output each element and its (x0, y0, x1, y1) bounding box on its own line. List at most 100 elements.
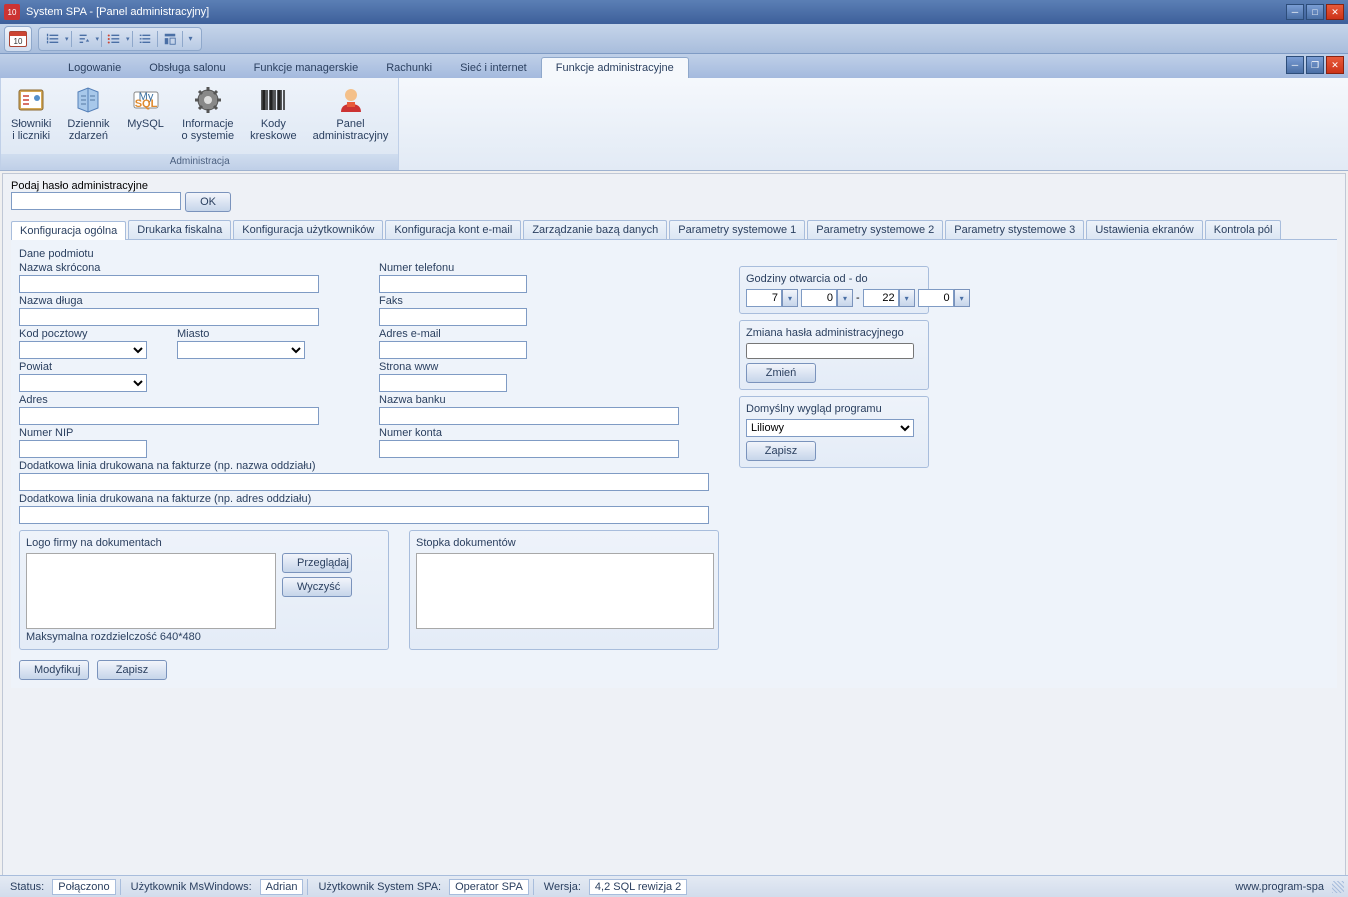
main-tabs: Logowanie Obsługa salonu Funkcje manager… (0, 54, 1348, 78)
wyczysc-button[interactable]: Wyczyść (282, 577, 352, 597)
telefon-input[interactable] (379, 275, 527, 293)
app-menu-button[interactable]: 10 (4, 26, 32, 52)
zapisz-bottom-button[interactable]: Zapisz (97, 660, 167, 680)
subtab-ustawienia-ekranow[interactable]: Ustawienia ekranów (1086, 220, 1202, 239)
title-bar: 10 System SPA - [Panel administracyjny] … (0, 0, 1348, 24)
spauser-value: Operator SPA (449, 879, 529, 895)
layout-icon[interactable] (160, 30, 180, 48)
spin-button[interactable]: ▾ (899, 289, 915, 307)
ribbon-slowniki-liczniki[interactable]: Słowniki i liczniki (3, 80, 59, 152)
godz-do-m-input[interactable] (918, 289, 954, 307)
subtab-konfiguracja-email[interactable]: Konfiguracja kont e-mail (385, 220, 521, 239)
admin-icon (335, 84, 367, 116)
app-icon: 10 (4, 4, 20, 20)
subtab-parametry-1[interactable]: Parametry systemowe 1 (669, 220, 805, 239)
winuser-label: Użytkownik MsWindows: (125, 881, 258, 893)
faks-label: Faks (379, 295, 689, 307)
tab-funkcje-managerskie[interactable]: Funkcje managerskie (240, 58, 373, 78)
minimize-button[interactable]: ─ (1286, 4, 1304, 20)
log-icon (72, 84, 104, 116)
kod-pocztowy-select[interactable] (19, 341, 147, 359)
ribbon: Słowniki i liczniki Dziennik zdarzeń MyS… (0, 78, 1348, 171)
godz-do-h-input[interactable] (863, 289, 899, 307)
mdi-restore-button[interactable]: ❐ (1306, 56, 1324, 74)
subtab-parametry-3[interactable]: Parametry stystemowe 3 (945, 220, 1084, 239)
ribbon-mysql[interactable]: MySQL MySQL (118, 80, 174, 152)
list-numbered-icon[interactable] (43, 30, 63, 48)
tab-logowanie[interactable]: Logowanie (54, 58, 135, 78)
admin-password-input[interactable] (11, 192, 181, 210)
subtab-konfiguracja-uzytkownikow[interactable]: Konfiguracja użytkowników (233, 220, 383, 239)
maximize-button[interactable]: □ (1306, 4, 1324, 20)
admin-password-label: Podaj hasło administracyjne (11, 180, 231, 192)
miasto-label: Miasto (177, 328, 305, 340)
spin-button[interactable]: ▾ (782, 289, 798, 307)
godz-od-m-input[interactable] (801, 289, 837, 307)
zmien-button[interactable]: Zmień (746, 363, 816, 383)
mdi-close-button[interactable]: ✕ (1326, 56, 1344, 74)
dod2-input[interactable] (19, 506, 709, 524)
bank-input[interactable] (379, 407, 679, 425)
tab-siec-internet[interactable]: Sieć i internet (446, 58, 541, 78)
ribbon-panel-admin[interactable]: Panel administracyjny (305, 80, 397, 152)
www-input[interactable] (379, 374, 507, 392)
adres-label: Adres (19, 394, 329, 406)
adres-input[interactable] (19, 407, 319, 425)
quick-access-toolbar: 10 ▾ ▾ ▾ ▾ (0, 24, 1348, 54)
content-area: Podaj hasło administracyjne OK Konfigura… (2, 173, 1346, 878)
tab-funkcje-administracyjne[interactable]: Funkcje administracyjne (541, 57, 689, 78)
wyglad-groupbox: Domyślny wygląd programu Liliowy Zapisz (739, 396, 929, 468)
mdi-minimize-button[interactable]: ─ (1286, 56, 1304, 74)
ribbon-group-administracja: Słowniki i liczniki Dziennik zdarzeń MyS… (0, 78, 399, 170)
www-label: Strona www (379, 361, 689, 373)
nazwa-dluga-input[interactable] (19, 308, 319, 326)
resize-grip[interactable] (1332, 881, 1344, 893)
spin-button[interactable]: ▾ (954, 289, 970, 307)
email-input[interactable] (379, 341, 527, 359)
subtab-konfiguracja-ogolna[interactable]: Konfiguracja ogólna (11, 221, 126, 240)
ribbon-dziennik-zdarzen[interactable]: Dziennik zdarzeń (59, 80, 117, 152)
przegladaj-button[interactable]: Przeglądaj (282, 553, 352, 573)
subtab-zarzadzanie-baza[interactable]: Zarządzanie bazą danych (523, 220, 667, 239)
subtab-kontrola-pol[interactable]: Kontrola pól (1205, 220, 1282, 239)
bank-label: Nazwa banku (379, 394, 689, 406)
tab-obsluga-salonu[interactable]: Obsługa salonu (135, 58, 239, 78)
faks-input[interactable] (379, 308, 527, 326)
tab-rachunki[interactable]: Rachunki (372, 58, 446, 78)
barcode-icon (257, 84, 289, 116)
wyglad-select[interactable]: Liliowy (746, 419, 914, 437)
ok-button[interactable]: OK (185, 192, 231, 212)
window-title: System SPA - [Panel administracyjny] (26, 6, 1286, 18)
ribbon-kody-kreskowe[interactable]: Kody kreskowe (242, 80, 304, 152)
zmiana-hasla-legend: Zmiana hasła administracyjnego (746, 327, 922, 339)
subtab-drukarka-fiskalna[interactable]: Drukarka fiskalna (128, 220, 231, 239)
miasto-select[interactable] (177, 341, 305, 359)
status-label: Status: (4, 881, 50, 893)
list-icon[interactable] (135, 30, 155, 48)
gear-icon (192, 84, 224, 116)
subtab-parametry-2[interactable]: Parametry systemowe 2 (807, 220, 943, 239)
spin-button[interactable]: ▾ (837, 289, 853, 307)
more-icon[interactable]: ▾ (185, 30, 197, 48)
dictionary-icon (15, 84, 47, 116)
nowe-haslo-input[interactable] (746, 343, 914, 359)
config-panel: Dane podmiotu Nazwa skrócona Nazwa długa… (11, 240, 1337, 688)
stopka-textarea[interactable] (416, 553, 714, 629)
ribbon-label: Panel administracyjny (313, 118, 389, 142)
list-bullet-icon[interactable] (104, 30, 124, 48)
url-label: www.program-spa (1235, 881, 1324, 893)
nip-input[interactable] (19, 440, 147, 458)
sort-icon[interactable] (74, 30, 94, 48)
dod1-input[interactable] (19, 473, 709, 491)
godz-od-h-input[interactable] (746, 289, 782, 307)
nazwa-skrocona-input[interactable] (19, 275, 319, 293)
nazwa-skrocona-label: Nazwa skrócona (19, 262, 329, 274)
ribbon-informacje-systemie[interactable]: Informacje o systemie (174, 80, 243, 152)
powiat-select[interactable] (19, 374, 147, 392)
stopka-groupbox: Stopka dokumentów (409, 530, 719, 650)
stopka-legend: Stopka dokumentów (416, 537, 712, 549)
zapisz-wyglad-button[interactable]: Zapisz (746, 441, 816, 461)
close-button[interactable]: ✕ (1326, 4, 1344, 20)
modyfikuj-button[interactable]: Modyfikuj (19, 660, 89, 680)
konto-input[interactable] (379, 440, 679, 458)
